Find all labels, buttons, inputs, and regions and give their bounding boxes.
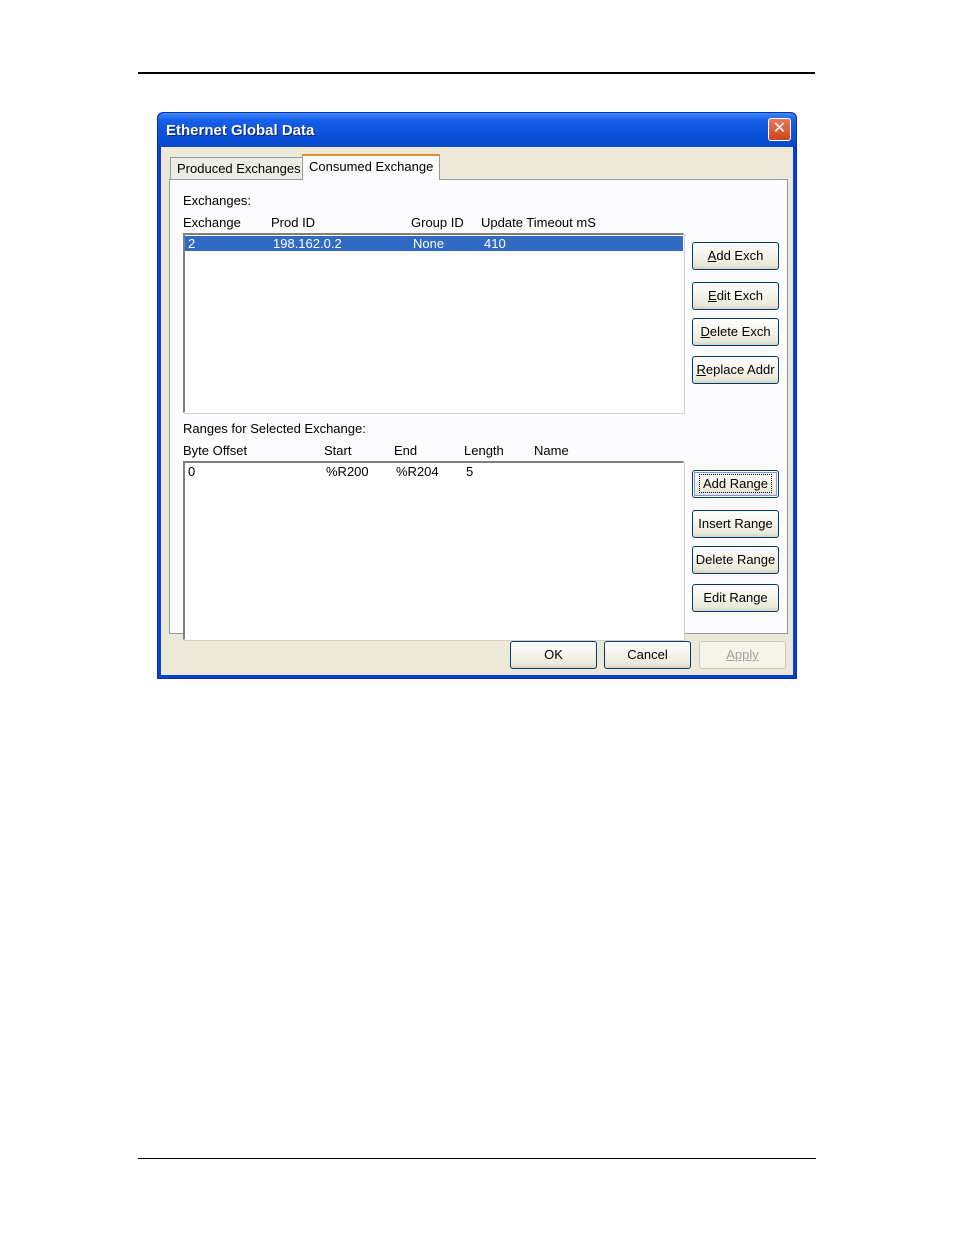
col-header-group-id: Group ID — [411, 215, 464, 230]
button-label: dd Exch — [716, 248, 764, 263]
button-label: Edit Range — [703, 590, 768, 605]
accel-key: E — [708, 288, 717, 303]
accel-key: R — [696, 362, 706, 377]
title-bar[interactable]: Ethernet Global Data ✕ — [158, 113, 796, 147]
dialog-client-area: Produced Exchanges Consumed Exchange Exc… — [161, 147, 793, 675]
button-label: Delete Range — [695, 552, 776, 567]
ok-button[interactable]: OK — [510, 641, 597, 669]
button-label: Add Range — [698, 474, 773, 493]
ranges-list[interactable]: 0 %R200 %R204 5 — [183, 461, 684, 640]
button-label: Apply — [726, 647, 759, 662]
exchanges-list[interactable]: 2 198.162.0.2 None 410 — [183, 233, 684, 413]
exchanges-section-label: Exchanges: — [183, 193, 251, 208]
tab-produced-exchanges[interactable]: Produced Exchanges — [170, 157, 308, 179]
replace-addr-button[interactable]: Replace Addr — [692, 356, 779, 384]
end-cell: %R204 — [396, 464, 439, 479]
ethernet-global-data-dialog: Ethernet Global Data ✕ Produced Exchange… — [157, 112, 797, 679]
update-timeout-cell: 410 — [484, 236, 506, 251]
group-id-cell: None — [413, 236, 445, 251]
add-exch-button[interactable]: Add Exch — [692, 242, 779, 270]
insert-range-button[interactable]: Insert Range — [692, 510, 779, 538]
list-item[interactable]: 0 %R200 %R204 5 — [185, 464, 683, 479]
tab-consumed-exchange[interactable]: Consumed Exchange — [302, 154, 441, 180]
page-header-rule — [138, 72, 815, 74]
list-item[interactable]: 2 198.162.0.2 None 410 — [185, 236, 683, 251]
col-header-byte-offset: Byte Offset — [183, 443, 248, 458]
cancel-button[interactable]: Cancel — [604, 641, 691, 669]
col-header-start: Start — [324, 443, 352, 458]
start-cell: %R200 — [326, 464, 369, 479]
col-header-exchange: Exchange — [183, 215, 241, 230]
consumed-exchange-panel: Exchanges: Exchange Prod ID Group ID Upd… — [169, 179, 788, 640]
col-header-prod-id: Prod ID — [271, 215, 316, 230]
page-footer-rule — [138, 1158, 816, 1159]
edit-range-button[interactable]: Edit Range — [692, 584, 779, 612]
apply-button[interactable]: Apply — [699, 641, 786, 669]
delete-exch-button[interactable]: Delete Exch — [692, 318, 779, 346]
button-label: dit Exch — [716, 288, 763, 303]
button-label: elete Exch — [709, 324, 771, 339]
accel-key: D — [700, 324, 710, 339]
col-header-length: Length — [464, 443, 504, 458]
button-label: Insert Range — [698, 516, 773, 531]
col-header-end: End — [394, 443, 418, 458]
edit-exch-button[interactable]: Edit Exch — [692, 282, 779, 310]
add-range-button[interactable]: Add Range — [692, 470, 779, 498]
col-header-name: Name — [534, 443, 569, 458]
col-header-update-timeout: Update Timeout mS — [481, 215, 596, 230]
close-icon[interactable]: ✕ — [768, 118, 791, 141]
prod-id-cell: 198.162.0.2 — [273, 236, 342, 251]
button-label: Cancel — [627, 647, 668, 662]
delete-range-button[interactable]: Delete Range — [692, 546, 779, 574]
button-label: OK — [544, 647, 563, 662]
exchange-cell: 2 — [188, 236, 196, 251]
button-label: eplace Addr — [705, 362, 775, 377]
window-title: Ethernet Global Data — [166, 122, 315, 139]
byte-offset-cell: 0 — [188, 464, 196, 479]
ranges-section-label: Ranges for Selected Exchange: — [183, 421, 366, 436]
length-cell: 5 — [466, 464, 474, 479]
